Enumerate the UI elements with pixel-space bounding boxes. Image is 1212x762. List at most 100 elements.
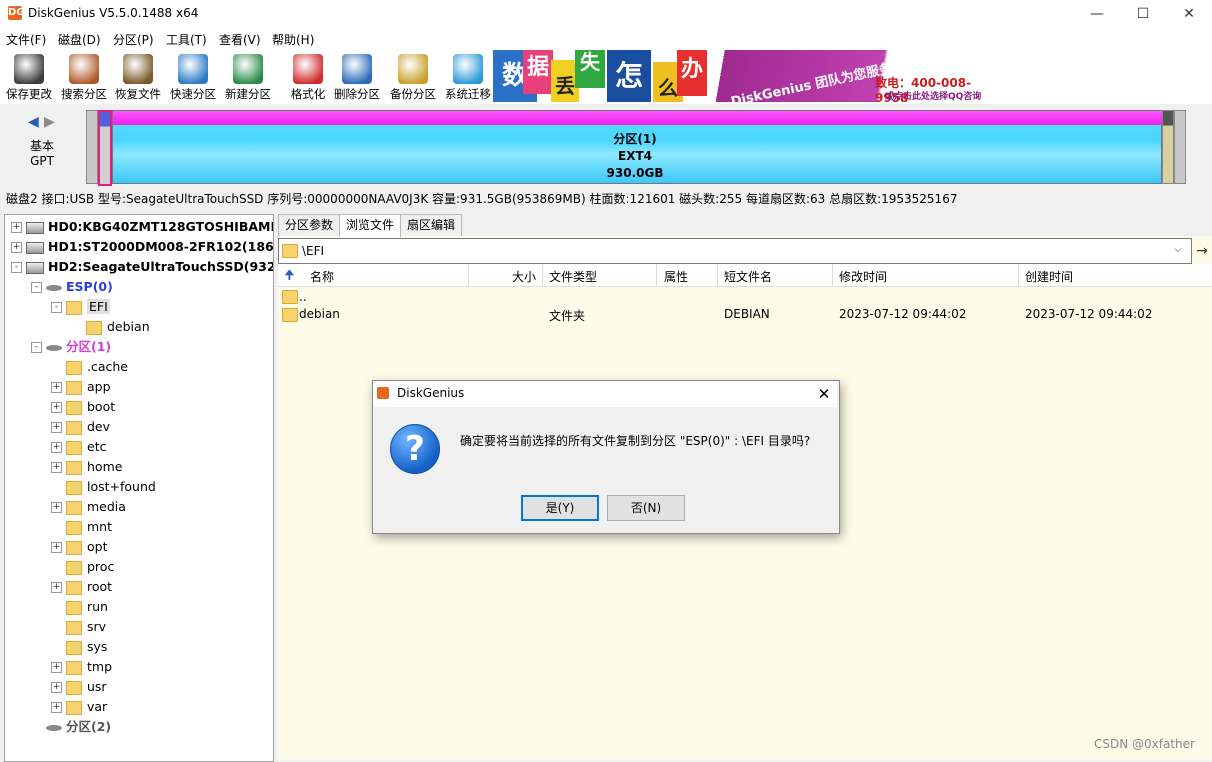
tree-folder[interactable]: + app xyxy=(51,377,111,397)
tree-folder[interactable]: + usr xyxy=(51,677,107,697)
save-icon xyxy=(14,54,44,84)
file-mtime: 2023-07-12 09:44:02 xyxy=(839,307,967,321)
tree-folder[interactable]: + media xyxy=(51,497,126,517)
col-modified[interactable]: 修改时间 xyxy=(839,268,887,285)
expand-icon[interactable]: + xyxy=(51,682,62,693)
maximize-icon[interactable]: ☐ xyxy=(1120,0,1166,28)
expand-icon[interactable]: + xyxy=(51,662,62,673)
disk-tree[interactable]: + HD0:KBG40ZMT128GTOSHIBAMEMO + HD1:ST2000D… xyxy=(4,214,274,762)
col-created[interactable]: 创建时间 xyxy=(1025,268,1073,285)
tree-folder[interactable]: + var xyxy=(51,697,107,717)
menu-tools[interactable]: 工具(T) xyxy=(166,31,207,48)
tree-folder[interactable]: sys xyxy=(51,637,107,657)
close-icon[interactable]: ✕ xyxy=(1166,0,1212,28)
minimize-icon[interactable]: — xyxy=(1074,0,1120,28)
next-disk-icon[interactable]: ▶ xyxy=(44,114,55,130)
menu-help[interactable]: 帮助(H) xyxy=(272,31,314,48)
col-attr[interactable]: 属性 xyxy=(664,268,688,285)
col-size[interactable]: 大小 xyxy=(512,268,536,285)
expand-icon[interactable]: + xyxy=(51,462,62,473)
tree-folder[interactable]: + home xyxy=(51,457,122,477)
no-button[interactable]: 否(N) xyxy=(607,495,685,521)
tree-partition-esp[interactable]: - ESP(0) xyxy=(31,277,113,297)
tab-browse-files[interactable]: 浏览文件 xyxy=(339,214,402,237)
tree-partition-1[interactable]: - 分区(1) xyxy=(31,337,111,357)
go-arrow-icon[interactable]: → xyxy=(1192,238,1212,264)
tree-folder[interactable]: mnt xyxy=(51,517,112,537)
file-name[interactable]: debian xyxy=(299,307,340,321)
toolbar-button-1[interactable]: 搜索分区 xyxy=(57,52,111,104)
dialog-message: 确定要将当前选择的所有文件复制到分区 "ESP(0)" : \EFI 目录吗? xyxy=(460,434,811,448)
tree-folder[interactable]: + etc xyxy=(51,437,106,457)
expand-icon[interactable]: + xyxy=(51,582,62,593)
collapse-icon[interactable]: - xyxy=(51,302,62,313)
expand-icon[interactable]: + xyxy=(51,402,62,413)
ad-banner[interactable]: 数 据 丢 失 怎 么 办 DiskGenius 团队为您服务 致电：400-0… xyxy=(493,50,995,102)
toolbar-button-0[interactable]: 保存更改 xyxy=(2,52,56,104)
tree-folder-label: srv xyxy=(87,619,107,634)
collapse-icon[interactable]: - xyxy=(11,262,22,273)
tree-folder[interactable]: proc xyxy=(51,557,114,577)
disk-segment-part2[interactable] xyxy=(1162,110,1174,184)
tree-disk-hd1[interactable]: + HD1:ST2000DM008-2FR102(1863GB) xyxy=(11,237,273,257)
expand-icon[interactable]: + xyxy=(51,702,62,713)
expand-icon[interactable]: + xyxy=(51,542,62,553)
tree-folder[interactable]: + root xyxy=(51,577,112,597)
collapse-icon[interactable]: - xyxy=(31,282,42,293)
toolbar-button-5[interactable]: 格式化 xyxy=(281,52,335,104)
tree-folder[interactable]: run xyxy=(51,597,108,617)
tree-folder-label: opt xyxy=(87,539,108,554)
tree-folder[interactable]: + opt xyxy=(51,537,107,557)
menu-view[interactable]: 查看(V) xyxy=(219,31,261,48)
path-input[interactable] xyxy=(278,238,1192,264)
menu-disk[interactable]: 磁盘(D) xyxy=(58,31,101,48)
col-shortname[interactable]: 短文件名 xyxy=(724,268,772,285)
tab-sector-editor[interactable]: 扇区编辑 xyxy=(400,214,463,236)
yes-button[interactable]: 是(Y) xyxy=(521,495,599,521)
disk-segment-free-end[interactable] xyxy=(1174,110,1186,184)
disk-style-gpt: GPT xyxy=(30,154,54,168)
tree-folder[interactable]: srv xyxy=(51,617,106,637)
tree-disk-hd0[interactable]: + HD0:KBG40ZMT128GTOSHIBAMEMO xyxy=(11,217,273,237)
tree-folder-label: boot xyxy=(87,399,116,414)
col-name[interactable]: 名称 xyxy=(310,268,334,285)
tree-partition-2[interactable]: 分区(2) xyxy=(31,717,111,737)
tab-partition-params[interactable]: 分区参数 xyxy=(278,214,341,236)
expand-icon[interactable]: + xyxy=(51,382,62,393)
tree-folder-efi[interactable]: - EFI xyxy=(51,297,110,317)
expand-icon[interactable]: + xyxy=(11,242,22,253)
toolbar-button-7[interactable]: 备份分区 xyxy=(386,52,440,104)
disk-info-line: 磁盘2 接口:USB 型号:SeagateUltraTouchSSD 序列号:0… xyxy=(6,192,958,206)
disk-segment-esp[interactable] xyxy=(98,110,112,186)
toolbar-button-2[interactable]: 恢复文件 xyxy=(111,52,165,104)
toolbar-button-8[interactable]: 系统迁移 xyxy=(441,52,495,104)
expand-icon[interactable]: + xyxy=(11,222,22,233)
collapse-icon[interactable]: - xyxy=(31,342,42,353)
prev-disk-icon[interactable]: ◀ xyxy=(28,114,39,130)
tree-folder-debian[interactable]: debian xyxy=(71,317,150,337)
file-name[interactable]: .. xyxy=(299,290,307,304)
menu-file[interactable]: 文件(F) xyxy=(6,31,46,48)
dialog-close-icon[interactable]: ✕ xyxy=(812,382,836,406)
toolbar-button-4[interactable]: 新建分区 xyxy=(221,52,275,104)
tree-folder[interactable]: + dev xyxy=(51,417,110,437)
toolbar-button-3[interactable]: 快速分区 xyxy=(166,52,220,104)
toolbar-button-6[interactable]: 删除分区 xyxy=(330,52,384,104)
col-type[interactable]: 文件类型 xyxy=(549,268,597,285)
tree-folder[interactable]: + tmp xyxy=(51,657,112,677)
tree-folder-label: root xyxy=(87,579,113,594)
dialog-title: DiskGenius xyxy=(397,386,465,400)
expand-icon[interactable]: + xyxy=(51,442,62,453)
tree-disk-hd2[interactable]: - HD2:SeagateUltraTouchSSD(932GB) xyxy=(11,257,273,277)
tree-folder[interactable]: + boot xyxy=(51,397,115,417)
disk-segment-free[interactable] xyxy=(86,110,98,184)
lifebuoy-icon xyxy=(293,54,323,84)
chevron-down-icon[interactable]: ⌵ xyxy=(1174,244,1182,255)
folder-icon xyxy=(282,308,298,322)
menu-partition[interactable]: 分区(P) xyxy=(113,31,154,48)
tree-folder[interactable]: .cache xyxy=(51,357,128,377)
tree-folder[interactable]: lost+found xyxy=(51,477,156,497)
expand-icon[interactable]: + xyxy=(51,422,62,433)
up-folder-icon[interactable]: 🠉 xyxy=(284,266,295,288)
expand-icon[interactable]: + xyxy=(51,502,62,513)
